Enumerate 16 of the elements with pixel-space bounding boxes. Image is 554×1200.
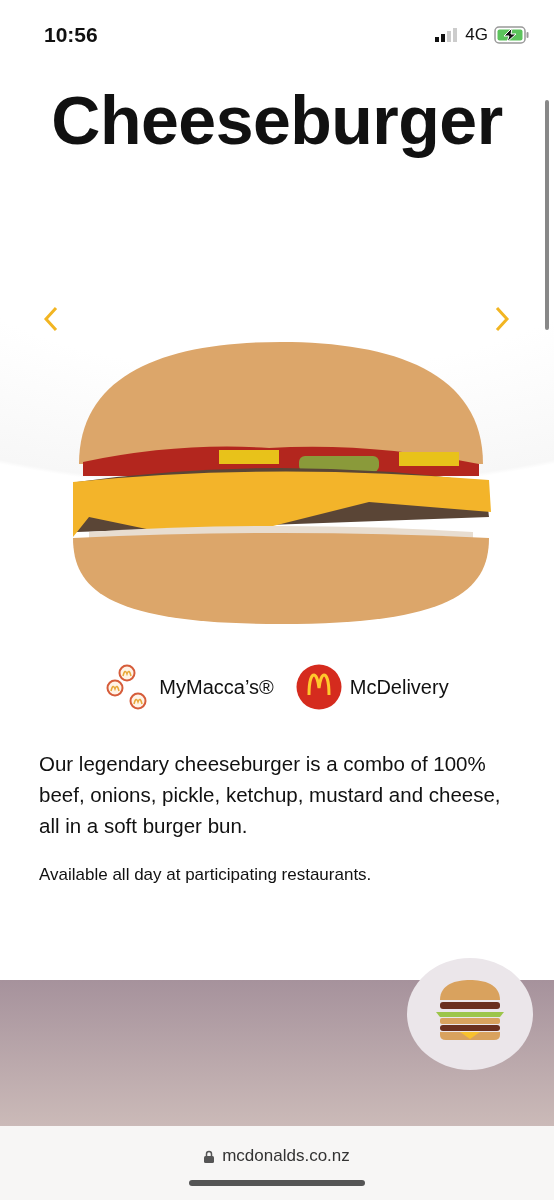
status-time: 10:56	[44, 23, 98, 47]
link[interactable]: McDelivery	[349, 675, 449, 699]
lock-icon	[204, 1149, 215, 1163]
url-text[interactable]: mcdonalds.co.nz	[222, 1146, 350, 1166]
home-indicator[interactable]	[189, 1180, 365, 1186]
chevron-left-icon[interactable]	[43, 306, 59, 332]
network-label: 4G	[465, 25, 488, 45]
link[interactable]: MyMacca’s®	[159, 675, 274, 699]
logo-icon	[295, 664, 342, 710]
signal-icon	[435, 28, 460, 42]
product-title: Cheeseburger	[50, 84, 504, 156]
battery-charging-icon	[494, 26, 530, 44]
availability-text: Available all day at participating restaurants.	[39, 865, 373, 885]
burger-icon	[436, 980, 504, 1040]
description-text: Our legendary cheeseburger is a combo of 100% beef, onions, pickle, ketchup, mustard and cheese, all in a soft burger bun.	[39, 751, 502, 839]
chevron-right-icon[interactable]	[494, 306, 510, 332]
